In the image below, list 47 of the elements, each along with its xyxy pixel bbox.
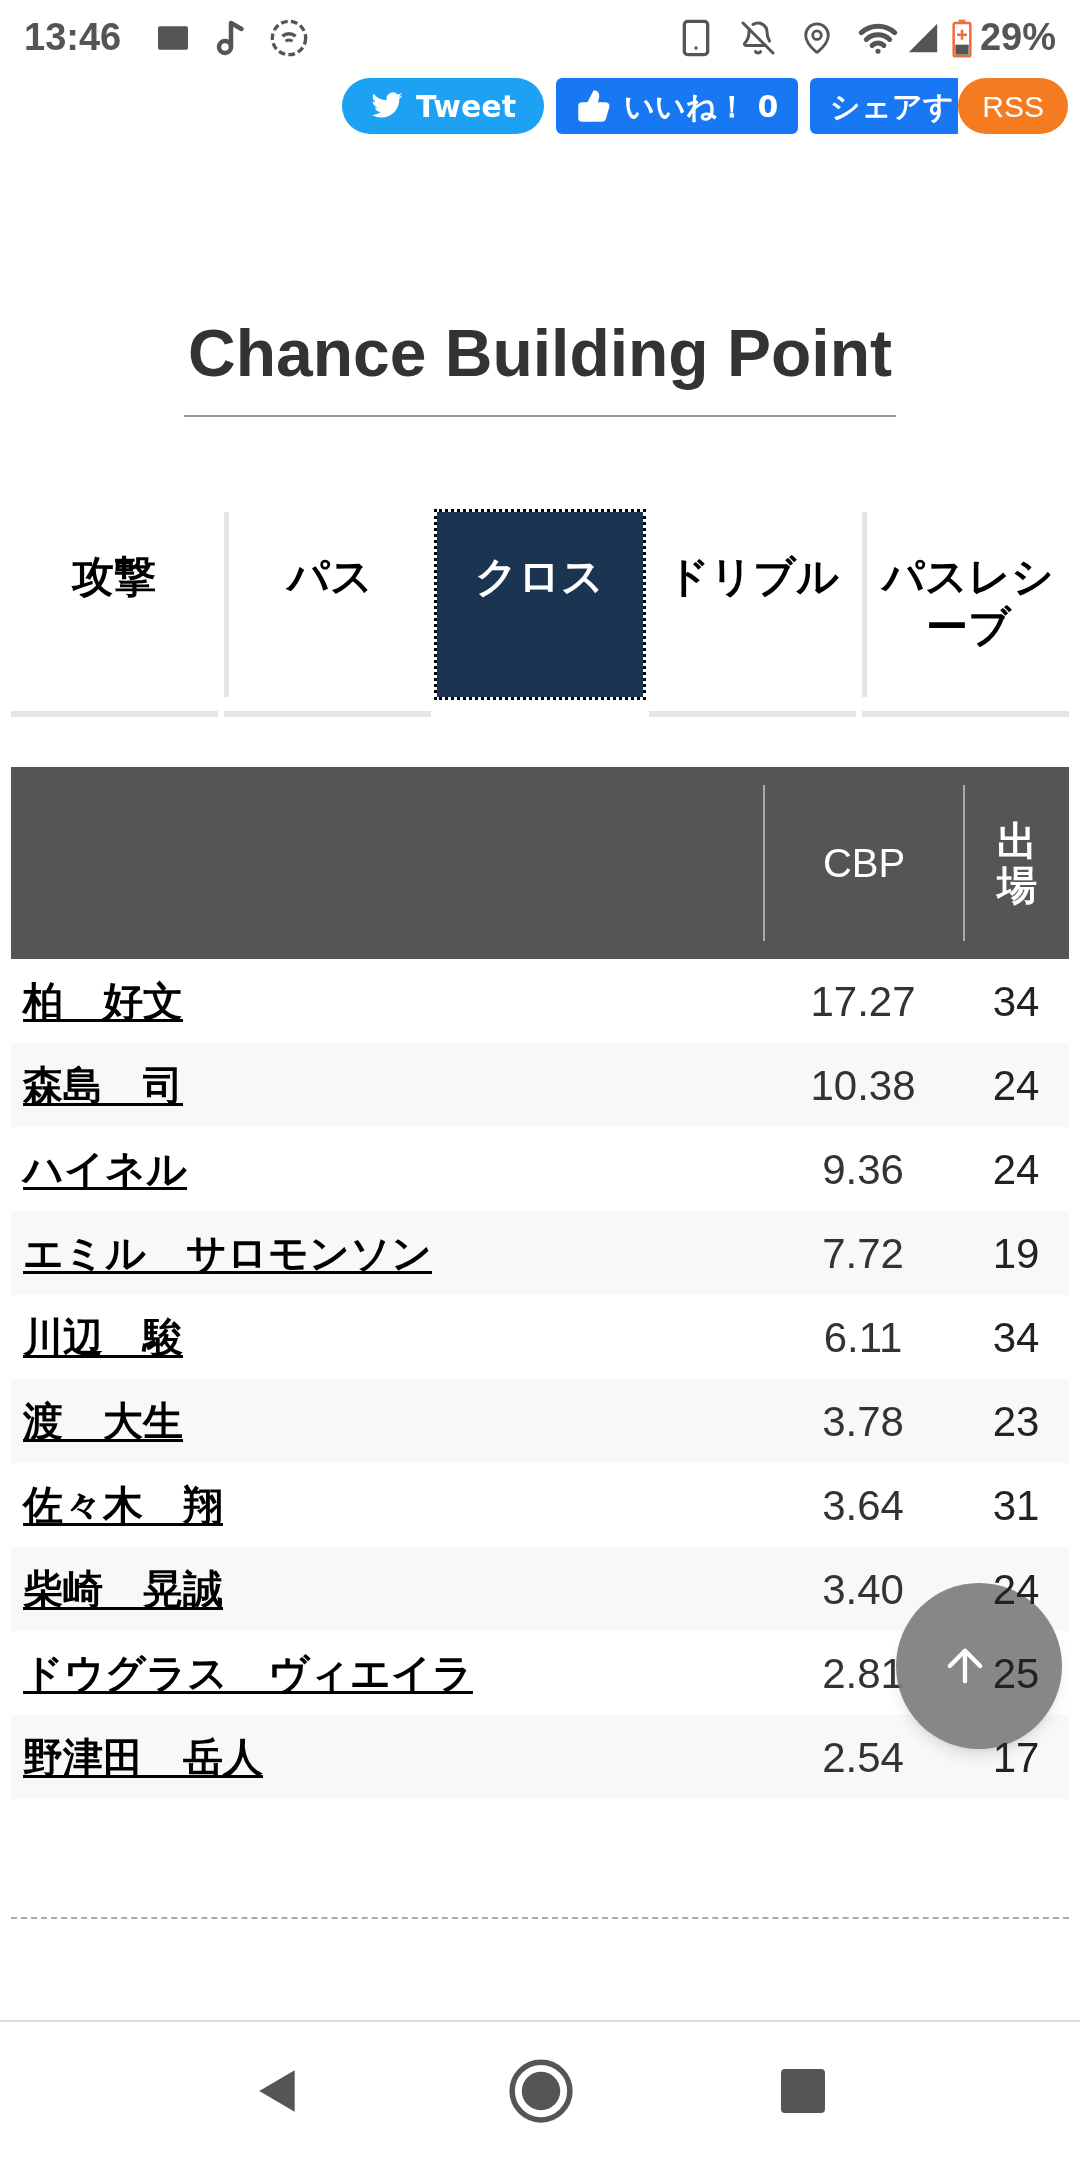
- table-cell-text: 9.36: [821, 1144, 905, 1195]
- player-link[interactable]: 川辺 駿: [23, 1314, 183, 1360]
- player-link[interactable]: 森島 司: [23, 1062, 183, 1108]
- page-title: Chance Building Point: [184, 304, 896, 417]
- thumbs-up-icon: [576, 88, 612, 124]
- tab[interactable]: パスレシーブ: [867, 512, 1069, 697]
- table-cell-text: 19: [992, 1228, 1040, 1279]
- status-time: 13:46: [24, 15, 122, 60]
- column-header: CBP: [763, 785, 963, 941]
- table-cell-text: 24: [992, 1144, 1040, 1195]
- table-cell-text: 2.54: [821, 1732, 905, 1783]
- table-cell-text: 31: [992, 1480, 1040, 1531]
- share-button[interactable]: シェアす: [810, 78, 959, 134]
- tab[interactable]: パス: [228, 512, 431, 697]
- column-header: 出場: [997, 819, 1037, 907]
- player-link[interactable]: 柏 好文: [23, 978, 183, 1024]
- player-link[interactable]: ハイネル: [23, 1146, 187, 1192]
- table-cell-text: 17: [992, 1732, 1040, 1783]
- table-cell-text: 24: [992, 1060, 1040, 1111]
- table-cell-text: 24: [992, 1564, 1040, 1615]
- table-cell-text: 3.40: [821, 1564, 905, 1615]
- table-cell-text: 25: [992, 1648, 1040, 1699]
- player-link[interactable]: 柴崎 晃誠: [23, 1566, 223, 1612]
- table-cell-text: 17.27: [809, 976, 917, 1027]
- tab[interactable]: ドリブル: [649, 512, 857, 697]
- tab[interactable]: 攻撃: [11, 512, 218, 697]
- player-link[interactable]: 渡 大生: [23, 1398, 183, 1444]
- table-cell-text: 3.64: [821, 1480, 905, 1531]
- battery-percent: 29%: [979, 15, 1056, 60]
- player-link[interactable]: ドウグラス ヴィエイラ: [23, 1650, 473, 1696]
- table-cell-text: 10.38: [809, 1060, 917, 1111]
- table-cell-text: 6.11: [822, 1312, 904, 1363]
- table-cell-text: 23: [992, 1396, 1040, 1447]
- home-icon[interactable]: [508, 2058, 574, 2124]
- tab[interactable]: クロス: [436, 512, 644, 697]
- player-link[interactable]: 野津田 岳人: [23, 1734, 263, 1780]
- hotspot-icon: [269, 17, 310, 58]
- table-cell-text: 7.72: [821, 1228, 905, 1279]
- player-link[interactable]: エミル サロモンソン: [23, 1230, 432, 1276]
- player-link[interactable]: 佐々木 翔: [23, 1482, 223, 1528]
- table-cell-text: 3.78: [821, 1396, 905, 1447]
- bell-off-icon: [739, 19, 776, 56]
- like-button[interactable]: いいね！ 0: [556, 78, 799, 134]
- table-cell-text: 34: [992, 1312, 1040, 1363]
- table-cell-text: 34: [992, 976, 1040, 1027]
- recents-icon[interactable]: [779, 2067, 828, 2115]
- battery-icon: [951, 17, 972, 58]
